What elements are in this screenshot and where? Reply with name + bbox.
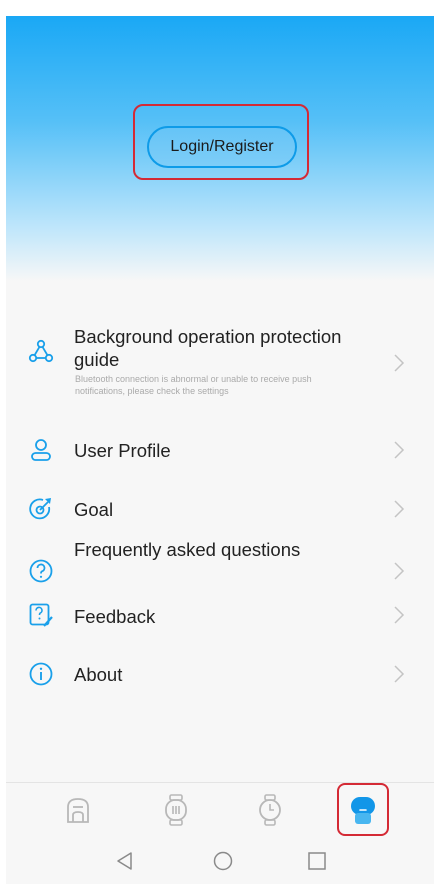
bottom-tab-bar (6, 782, 434, 839)
question-circle-icon (29, 559, 53, 583)
feedback-icon (29, 603, 53, 627)
menu-item-user-profile[interactable]: User Profile (6, 426, 434, 476)
triangle-nodes-icon (28, 339, 54, 363)
chevron-right-icon (394, 500, 405, 518)
chevron-right-icon (394, 665, 405, 683)
profile-icon[interactable] (346, 793, 380, 827)
menu-item-about[interactable]: About (6, 656, 434, 706)
login-register-button[interactable]: Login/Register (147, 126, 297, 168)
target-icon (29, 498, 51, 520)
device-icon[interactable] (159, 793, 193, 827)
screen: Login/Register Background operation prot… (6, 16, 434, 884)
back-icon[interactable] (114, 850, 136, 872)
menu-item-label: Frequently asked questions (74, 539, 301, 560)
menu-item-label: Feedback (74, 606, 156, 627)
menu-item-label: Goal (74, 499, 114, 520)
chevron-right-icon (394, 354, 405, 372)
watch-icon[interactable] (253, 793, 287, 827)
chevron-right-icon (394, 562, 405, 580)
menu-item-subtext: Bluetooth connection is abnormal or unab… (75, 374, 312, 396)
menu-item-faq[interactable]: Frequently asked questions (6, 538, 434, 596)
chevron-right-icon (394, 606, 405, 624)
menu-item-goal[interactable]: Goal (6, 484, 434, 534)
chevron-right-icon (394, 441, 405, 459)
login-register-label: Login/Register (170, 138, 274, 155)
menu-item-background-guide[interactable]: Background operation protection guide Bl… (6, 316, 434, 416)
menu-item-label: About (74, 664, 123, 685)
menu-item-label: Background operation protection guide (74, 326, 342, 370)
system-navigation-bar (6, 838, 434, 884)
home-button-icon[interactable] (212, 850, 234, 872)
info-icon (29, 662, 53, 686)
user-icon (31, 439, 51, 461)
recents-icon[interactable] (306, 850, 328, 872)
menu-item-feedback[interactable]: Feedback (6, 600, 434, 650)
home-icon[interactable] (61, 793, 95, 827)
menu-item-label: User Profile (74, 440, 171, 461)
